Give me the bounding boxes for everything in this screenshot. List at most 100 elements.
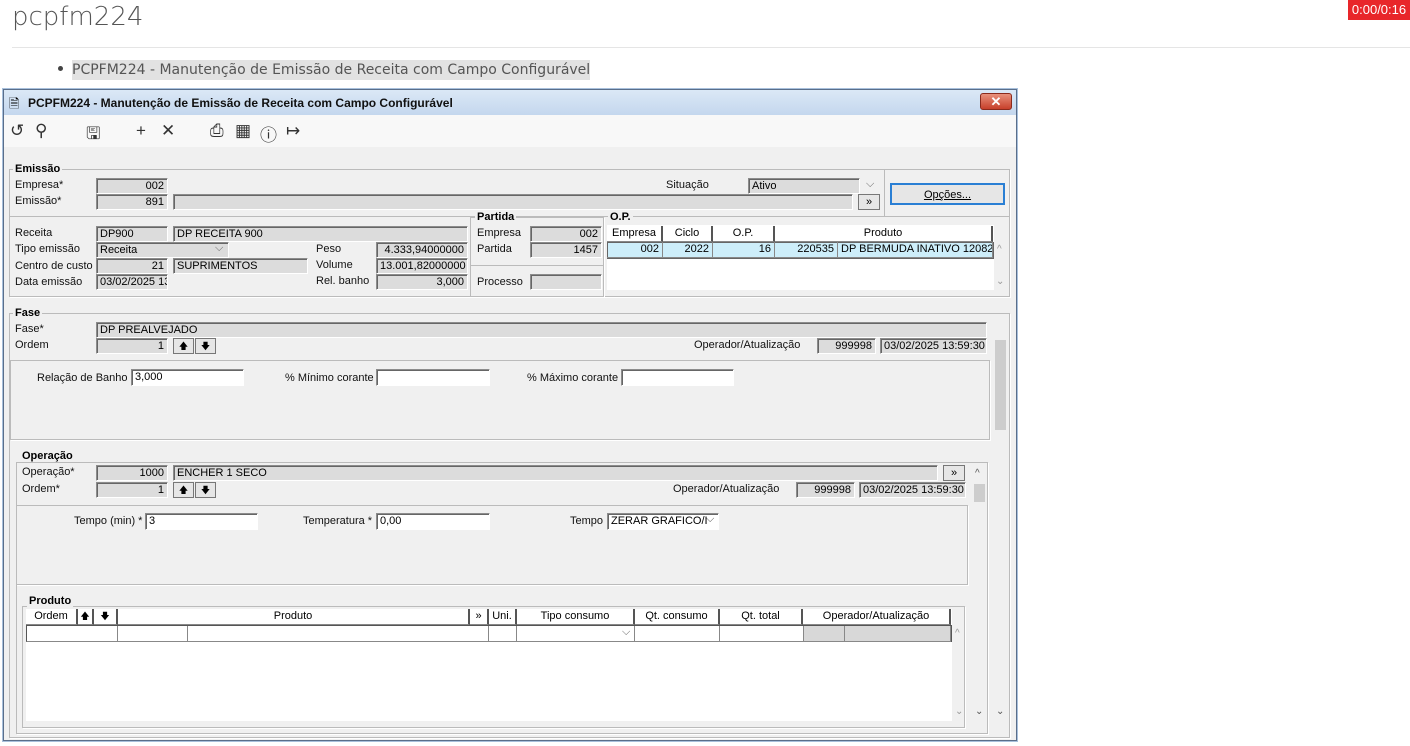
op-header-empresa[interactable]: Empresa: [607, 226, 663, 242]
produto-cell-qt-consumo[interactable]: [635, 626, 720, 642]
volume-field: 13.001,82000000: [376, 258, 468, 274]
empresa-field[interactable]: 002: [96, 178, 168, 194]
temperatura-input[interactable]: 0,00: [376, 513, 490, 530]
partida-empresa-field: 002: [530, 226, 602, 242]
emissao-lookup-button[interactable]: »: [858, 194, 880, 210]
rel-banho-field: 3,000: [376, 274, 468, 290]
scroll-up-icon[interactable]: ^: [975, 468, 980, 479]
op-cell-ciclo[interactable]: 2022: [663, 242, 713, 258]
produto-header-qt-consumo[interactable]: Qt. consumo: [635, 609, 720, 625]
calendar-icon[interactable]: ▦: [235, 121, 251, 141]
empresa-label: Empresa*: [15, 179, 64, 191]
chevron-down-icon[interactable]: ⌵: [622, 626, 630, 639]
emissao-desc-field[interactable]: [173, 194, 853, 210]
situacao-select[interactable]: Ativo: [748, 178, 860, 194]
divider: [471, 265, 603, 266]
delete-icon[interactable]: ✕: [161, 121, 175, 141]
scroll-down-icon[interactable]: ⌄: [955, 706, 963, 717]
operacao-atualizacao-field: 03/02/2025 13:59:30: [859, 482, 966, 498]
operacao-ordem-field[interactable]: 1: [96, 482, 168, 498]
tempo-select[interactable]: ZERAR GRAFICO/I: [607, 513, 719, 530]
op-cell-produto-code[interactable]: 220535: [775, 242, 838, 258]
move-up-button[interactable]: 🡅: [173, 338, 194, 354]
centro-custo-label: Centro de custo: [15, 260, 93, 272]
undo-icon[interactable]: ↺: [10, 121, 24, 141]
op-header-ciclo[interactable]: Ciclo: [663, 226, 713, 242]
bullet: [58, 66, 63, 71]
close-button[interactable]: ✕: [980, 93, 1012, 110]
op-header-op[interactable]: O.P.: [713, 226, 775, 242]
scroll-up-icon[interactable]: ^: [955, 628, 960, 639]
operacao-label: Operação*: [22, 466, 75, 478]
produto-header-up[interactable]: 🡅: [78, 609, 94, 625]
fase-field[interactable]: DP PREALVEJADO: [96, 322, 987, 338]
produto-cell-tipo-consumo[interactable]: [517, 626, 635, 642]
scroll-down-icon[interactable]: ⌄: [996, 276, 1004, 287]
tipo-emissao-select[interactable]: Receita: [96, 242, 229, 258]
produto-header-down[interactable]: 🡇: [94, 609, 118, 625]
fase-operador-label: Operador/Atualização: [694, 339, 801, 351]
move-down-button[interactable]: 🡇: [195, 338, 216, 354]
op-cell-produto-desc[interactable]: DP BERMUDA INATIVO 120822: [838, 242, 993, 258]
tempo-min-input[interactable]: 3: [145, 513, 258, 530]
produto-cell-desc[interactable]: [188, 626, 489, 642]
move-up-button[interactable]: 🡅: [173, 482, 194, 498]
fase-legend: Fase: [13, 307, 43, 319]
produto-header-qt-total[interactable]: Qt. total: [720, 609, 803, 625]
fase-scrollbar-thumb[interactable]: [995, 340, 1006, 430]
produto-header-produto[interactable]: Produto: [118, 609, 470, 625]
processo-field: [530, 274, 602, 290]
temperatura-label: Temperatura *: [303, 515, 373, 527]
save-icon[interactable]: 🖫: [86, 121, 100, 150]
help-icon[interactable]: ⓘ: [260, 121, 277, 146]
centro-custo-desc: SUPRIMENTOS: [173, 258, 308, 274]
search-icon[interactable]: ⚲: [35, 121, 47, 141]
program-link[interactable]: PCPFM224 - Manutenção de Emissão de Rece…: [72, 60, 591, 80]
chevron-down-icon[interactable]: ⌵: [706, 513, 714, 526]
produto-header-tipo-consumo[interactable]: Tipo consumo: [517, 609, 635, 625]
scroll-down-icon[interactable]: ⌄: [996, 706, 1004, 717]
scroll-down-icon[interactable]: ⌄: [975, 706, 983, 717]
operacao-lookup-button[interactable]: »: [943, 465, 965, 481]
add-icon[interactable]: +: [136, 121, 146, 141]
chevron-down-icon[interactable]: ⌵: [866, 178, 874, 191]
op-cell-empresa[interactable]: 002: [607, 242, 663, 258]
op-cell-op[interactable]: 16: [713, 242, 775, 258]
operacao-scrollbar[interactable]: [972, 465, 987, 722]
fase-label: Fase*: [15, 323, 44, 335]
rel-banho-input[interactable]: 3,000: [131, 369, 244, 386]
emissao-label: Emissão*: [15, 195, 62, 207]
produto-cell-qt-total[interactable]: [720, 626, 804, 642]
op-header-produto[interactable]: Produto: [775, 226, 993, 242]
max-corante-input[interactable]: [621, 369, 734, 386]
fase-ordem-field[interactable]: 1: [96, 338, 168, 354]
data-emissao-label: Data emissão: [15, 276, 83, 288]
produto-cell-codigo[interactable]: [118, 626, 188, 642]
partida-field: 1457: [530, 242, 602, 258]
chevron-down-icon[interactable]: ⌵: [215, 242, 223, 255]
scroll-up-icon[interactable]: ^: [997, 244, 1002, 255]
produto-header-uni[interactable]: Uni.: [489, 609, 517, 625]
tempo-label: Tempo: [570, 515, 604, 527]
move-down-button[interactable]: 🡇: [195, 482, 216, 498]
produto-cell-uni[interactable]: [489, 626, 517, 642]
produto-header-ordem[interactable]: Ordem: [26, 609, 78, 625]
operacao-desc-field: ENCHER 1 SECO: [173, 465, 938, 481]
min-corante-input[interactable]: [376, 369, 490, 386]
operacao-scrollbar-thumb[interactable]: [974, 484, 985, 502]
produto-header-lookup[interactable]: »: [470, 609, 489, 625]
print-icon[interactable]: ⎙: [210, 121, 224, 141]
produto-cell-operador: [804, 626, 845, 642]
toolbar: [4, 115, 1016, 147]
exit-icon[interactable]: ↦: [286, 121, 300, 141]
operacao-field[interactable]: 1000: [96, 465, 168, 481]
data-emissao-field[interactable]: 03/02/2025 13: [96, 274, 168, 290]
centro-custo-field[interactable]: 21: [96, 258, 168, 274]
emissao-field[interactable]: 891: [96, 194, 168, 210]
opcoes-button[interactable]: Opções...: [890, 183, 1005, 205]
produto-header-operador[interactable]: Operador/Atualização: [803, 609, 951, 625]
receita-field[interactable]: DP900: [96, 226, 168, 242]
divider: [12, 47, 1410, 48]
produto-cell-ordem[interactable]: [26, 626, 118, 642]
divider: [884, 169, 885, 216]
